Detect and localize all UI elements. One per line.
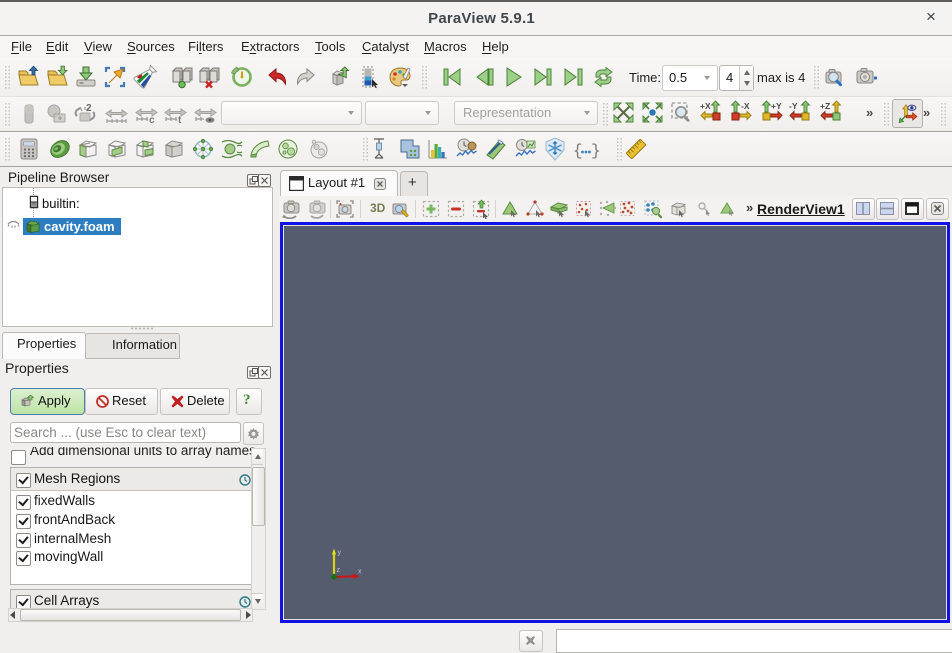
- svg-text:z: z: [337, 567, 341, 574]
- svg-text:}: }: [591, 142, 599, 160]
- svg-text:c: c: [149, 115, 155, 126]
- svg-text:{: {: [573, 142, 583, 160]
- svg-text:-Y: -Y: [789, 101, 798, 111]
- svg-text:y: y: [338, 550, 342, 557]
- svg-text:+Z: +Z: [820, 101, 830, 111]
- svg-text:-X: -X: [741, 101, 750, 111]
- svg-text:t: t: [178, 115, 182, 126]
- svg-text:2: 2: [86, 103, 92, 114]
- svg-text:x: x: [358, 569, 362, 576]
- svg-text:+X: +X: [700, 101, 711, 111]
- svg-text:+Y: +Y: [771, 101, 782, 111]
